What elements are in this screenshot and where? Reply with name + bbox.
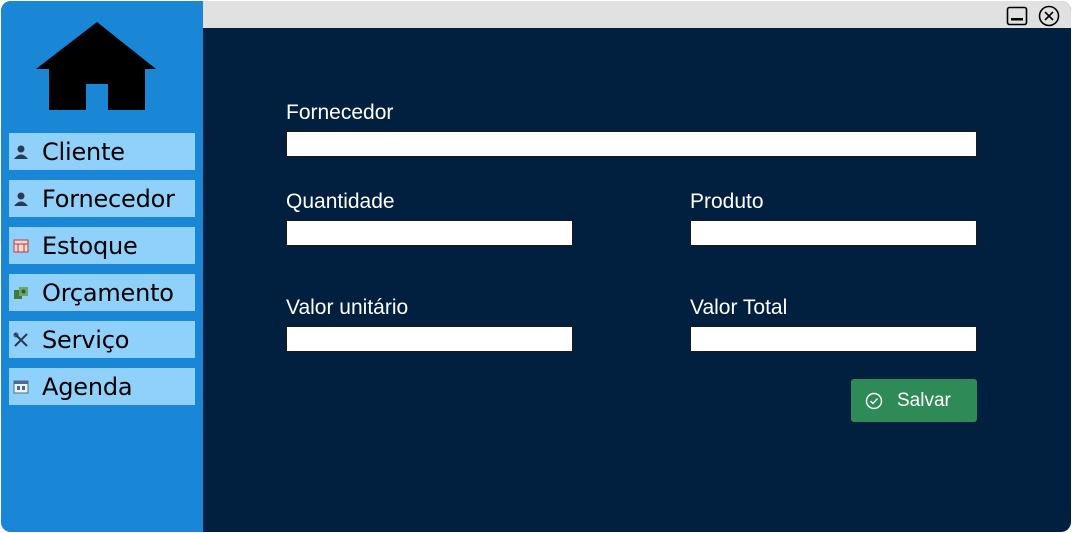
save-button-label: Salvar [897, 389, 951, 411]
fornecedor-label: Fornecedor [286, 101, 394, 124]
sidebar-item-label: Orçamento [42, 278, 174, 307]
sidebar: Cliente Fornecedor Estoque Orçamento Ser [1, 1, 203, 532]
quantidade-label: Quantidade [286, 190, 395, 213]
title-bar [203, 1, 1071, 28]
home-icon[interactable] [34, 20, 160, 112]
sidebar-item-label: Cliente [42, 137, 125, 166]
sidebar-item-estoque[interactable]: Estoque [9, 227, 195, 264]
user-icon [12, 143, 30, 161]
minimize-icon[interactable] [1006, 5, 1028, 27]
valor-total-label: Valor Total [690, 296, 788, 319]
produto-label: Produto [690, 190, 764, 213]
valor-unitario-label: Valor unitário [286, 296, 409, 319]
sidebar-item-fornecedor[interactable]: Fornecedor [9, 180, 195, 217]
fornecedor-input[interactable] [286, 131, 977, 157]
sidebar-item-orcamento[interactable]: Orçamento [9, 274, 195, 311]
produto-input[interactable] [690, 220, 977, 246]
close-icon[interactable] [1038, 5, 1060, 27]
sidebar-item-label: Fornecedor [42, 184, 175, 213]
sidebar-item-label: Agenda [42, 372, 133, 401]
sidebar-item-agenda[interactable]: Agenda [9, 368, 195, 405]
save-button[interactable]: Salvar [851, 379, 977, 422]
sidebar-item-servico[interactable]: Serviço [9, 321, 195, 358]
valor-unitario-input[interactable] [286, 326, 573, 352]
calendar-icon [12, 378, 30, 396]
supplier-icon [12, 190, 30, 208]
app-window: Cliente Fornecedor Estoque Orçamento Ser [1, 1, 1071, 532]
sidebar-item-cliente[interactable]: Cliente [9, 133, 195, 170]
quantidade-input[interactable] [286, 220, 573, 246]
tools-icon [12, 331, 30, 349]
sidebar-item-label: Serviço [42, 325, 130, 354]
warehouse-icon [12, 237, 30, 255]
valor-total-input[interactable] [690, 326, 977, 352]
money-icon [12, 284, 30, 302]
sidebar-item-label: Estoque [42, 231, 138, 260]
check-circle-icon [865, 392, 883, 409]
